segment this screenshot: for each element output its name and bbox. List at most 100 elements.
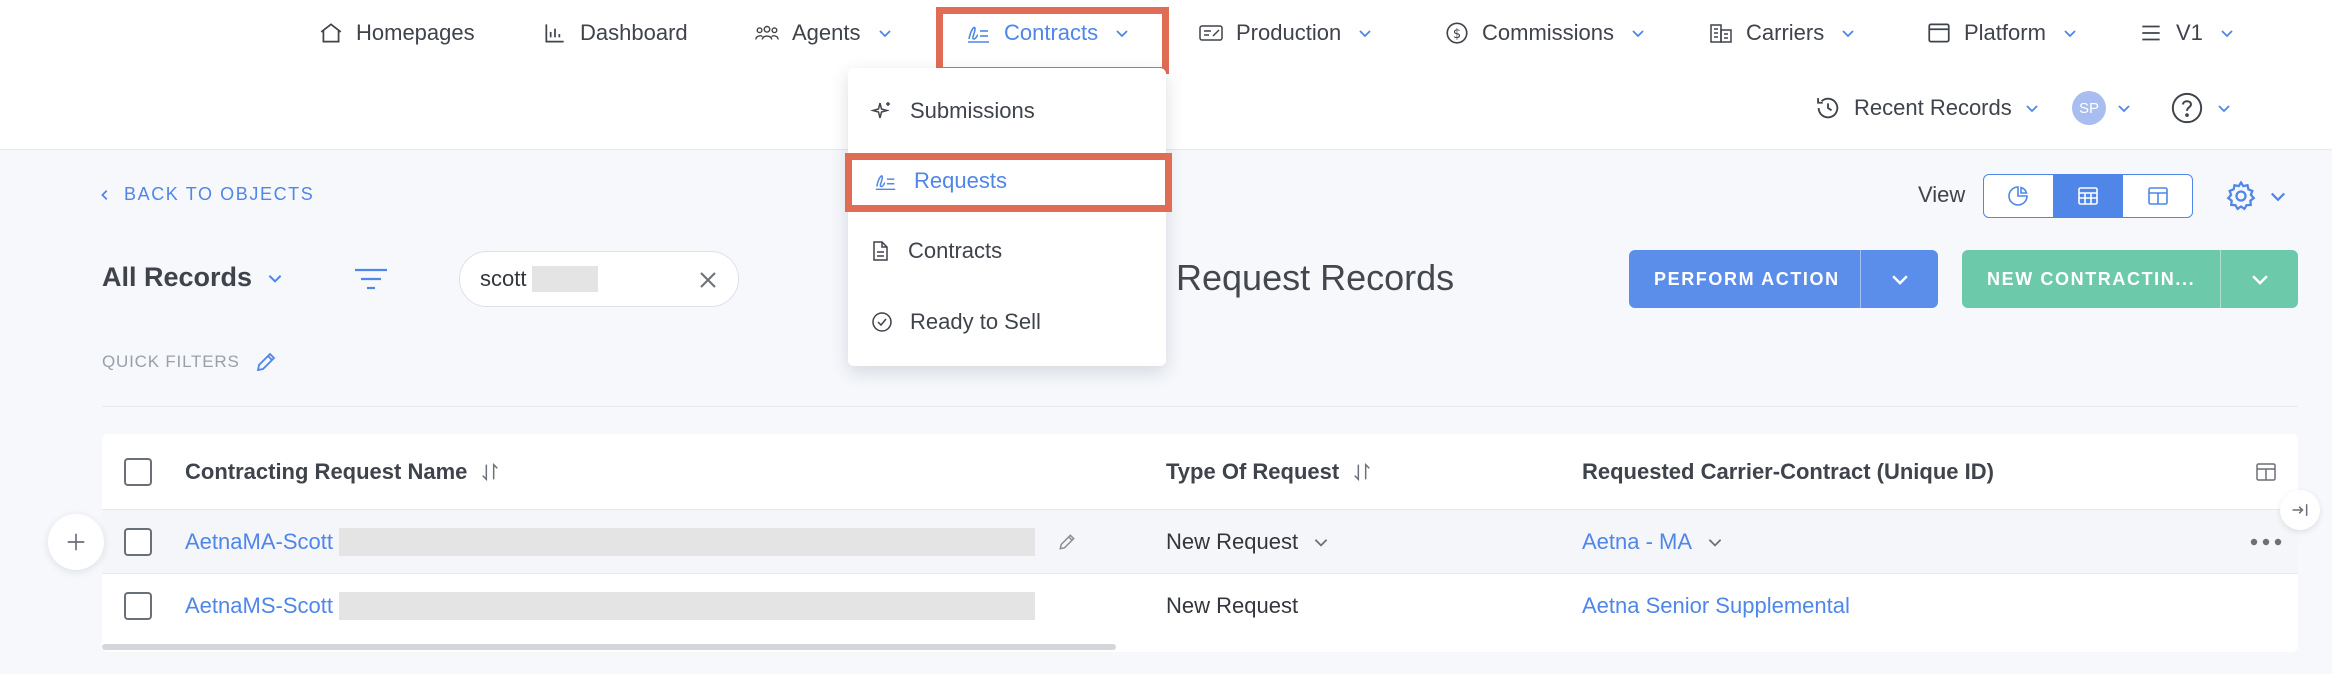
records-table: Contracting Request Name Type Of Request… [102,434,2298,652]
search-field[interactable] [459,251,739,307]
dropdown-item-contracts[interactable]: Contracts [868,231,1002,271]
new-contracting-split-button: NEW CONTRACTIN... [1962,250,2298,308]
nav-agents[interactable]: Agents [754,14,893,52]
table-row[interactable]: AetnaMA-Scott New Request Aetna - MA [102,510,2298,574]
select-all-checkbox-cell [124,434,152,509]
nav-platform[interactable]: Platform [1926,14,2078,52]
chevron-down-icon [1314,538,1328,547]
close-icon[interactable] [696,268,720,292]
sort-icon[interactable] [479,461,501,483]
chevron-down-icon [2118,105,2130,113]
dropdown-label: Submissions [910,98,1035,123]
request-name-cell: AetnaMS-Scott [185,574,1035,638]
chevron-left-icon [101,189,108,200]
column-header-carrier[interactable]: Requested Carrier-Contract (Unique ID) [1582,434,1994,509]
nav-commissions[interactable]: $ Commissions [1444,14,1646,52]
home-icon [320,23,342,43]
record-filter-select[interactable]: All Records [102,262,284,293]
table-header-row: Contracting Request Name Type Of Request… [102,434,2298,510]
row-checkbox[interactable] [124,592,152,620]
divider [102,406,2298,407]
select-all-checkbox[interactable] [124,457,152,486]
column-header-name[interactable]: Contracting Request Name [185,434,501,509]
expand-panel-button[interactable] [2280,490,2320,530]
contracts-dropdown-menu: Submissions Requests Contracts Ready to … [848,68,1166,366]
nav-label: Platform [1964,20,2046,45]
arrow-right-bar-icon [2292,504,2308,516]
dropdown-item-requests[interactable]: Requests [874,161,1007,201]
row-checkbox[interactable] [124,527,152,556]
production-icon [1199,25,1223,41]
chevron-down-icon [1708,538,1722,547]
view-split-button[interactable] [2123,175,2192,217]
view-table-button[interactable] [2053,175,2124,217]
back-to-objects-link[interactable]: BACK TO OBJECTS [98,184,314,205]
request-type-cell: New Request [1166,574,1298,638]
carrier-cell: Aetna Senior Supplemental [1582,574,1850,638]
request-name-cell: AetnaMA-Scott [185,510,1077,573]
history-icon [1817,97,1839,119]
plus-icon [67,533,85,551]
dropdown-item-submissions[interactable]: Submissions [870,91,1035,131]
row-actions-cell [2248,510,2284,573]
chevron-down-icon [1632,30,1644,38]
carrier-link[interactable]: Aetna - MA [1582,529,1692,555]
user-menu[interactable]: SP [2072,88,2132,128]
pencil-icon[interactable] [254,350,278,374]
nav-label: Production [1236,20,1342,45]
settings-menu[interactable] [2224,179,2288,213]
request-name-link[interactable]: AetnaMA-Scott [185,529,333,555]
column-header-type[interactable]: Type Of Request [1166,434,1373,509]
carrier-link[interactable]: Aetna Senior Supplemental [1582,593,1850,619]
perform-action-button[interactable]: PERFORM ACTION [1629,250,1860,308]
agents-icon [755,25,779,40]
table-row[interactable]: AetnaMS-Scott New Request Aetna Senior S… [102,574,2298,638]
horizontal-scrollbar[interactable] [102,644,1116,650]
carrier-cell[interactable]: Aetna - MA [1582,510,1724,573]
nav-production[interactable]: Production [1198,14,1373,52]
nav-label: Homepages [356,20,475,45]
new-contracting-button[interactable]: NEW CONTRACTIN... [1962,250,2220,308]
columns-icon[interactable] [2254,460,2278,484]
chevron-down-icon [878,30,891,38]
row-checkbox-cell [124,510,152,573]
svg-text:$: $ [1453,27,1461,42]
perform-action-dropdown-button[interactable] [1860,250,1938,308]
gear-icon [2226,180,2256,211]
dropdown-item-ready-to-sell[interactable]: Ready to Sell [870,302,1041,342]
nav-contracts[interactable]: Contracts [966,14,1130,52]
sort-icon[interactable] [1351,461,1373,483]
nav-label: Commissions [1482,20,1615,45]
view-label: View [1918,182,1966,207]
signature-icon [875,175,896,191]
chevron-down-icon [2218,105,2230,113]
record-filter-label: All Records [102,262,253,292]
pencil-icon[interactable] [1057,532,1077,552]
chevron-down-icon [268,274,282,283]
nav-dashboard[interactable]: Dashboard [542,14,688,52]
add-row-button[interactable] [48,514,104,570]
help-menu[interactable] [2170,88,2232,128]
nav-carriers[interactable]: Carriers [1708,14,1856,52]
document-icon [873,241,888,261]
more-options-icon[interactable] [2248,536,2284,548]
chevron-down-icon [1116,30,1128,38]
chevron-down-icon [1891,275,1908,285]
new-contracting-dropdown-button[interactable] [2220,250,2298,308]
nav-label: Dashboard [580,20,688,45]
pie-chart-icon [2008,186,2029,206]
nav-homepages[interactable]: Homepages [318,14,475,52]
chevron-down-icon [2251,275,2268,285]
column-label: Contracting Request Name [185,458,468,484]
request-name-link[interactable]: AetnaMS-Scott [185,593,333,619]
nav-label: Agents [792,20,861,45]
split-view-icon [2147,187,2168,205]
request-type-cell[interactable]: New Request [1166,510,1330,573]
nav-version[interactable]: V1 [2138,14,2235,52]
filter-icon[interactable] [353,264,389,294]
request-type-value: New Request [1166,593,1299,618]
window-icon [1928,23,1950,43]
view-chart-button[interactable] [1984,175,2054,217]
recent-records-menu[interactable]: Recent Records [1814,88,2040,128]
search-input[interactable] [480,266,530,292]
